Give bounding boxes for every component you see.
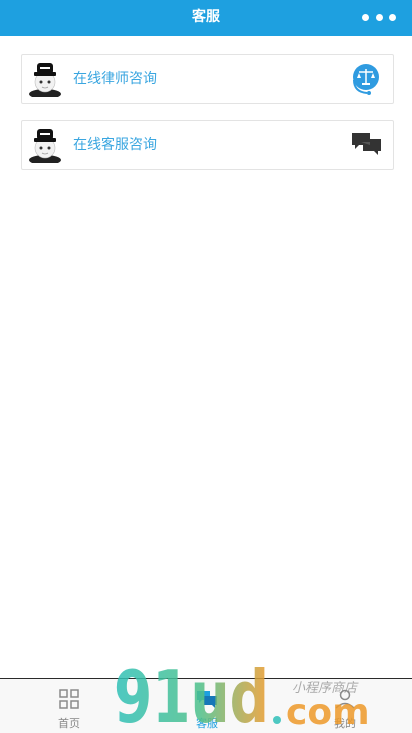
scales-headset-icon bbox=[353, 64, 379, 95]
avatar bbox=[29, 129, 61, 163]
tab-home[interactable]: 首页 bbox=[29, 679, 109, 733]
service-consult-item[interactable]: 在线客服咨询 bbox=[21, 120, 394, 170]
dot-icon bbox=[375, 13, 383, 21]
tab-bar: 首页 客服 我的 bbox=[0, 678, 412, 733]
avatar bbox=[29, 63, 61, 97]
grid-icon bbox=[59, 689, 79, 709]
tab-service-label: 客服 bbox=[196, 717, 218, 730]
chat-bubbles-icon bbox=[352, 133, 381, 155]
dot-icon bbox=[362, 13, 369, 21]
tab-mine[interactable]: 我的 bbox=[305, 679, 385, 733]
chat-icon bbox=[197, 691, 217, 708]
tab-service[interactable]: 客服 bbox=[167, 679, 247, 733]
service-consult-label: 在线客服咨询 bbox=[73, 137, 157, 153]
lawyer-consult-label: 在线律师咨询 bbox=[73, 71, 157, 87]
dot-icon bbox=[389, 13, 396, 21]
page-title: 客服 bbox=[192, 9, 220, 25]
navigation-bar: 客服 bbox=[0, 0, 412, 36]
tab-mine-label: 我的 bbox=[334, 717, 356, 730]
user-icon bbox=[335, 689, 355, 709]
tab-home-label: 首页 bbox=[58, 717, 80, 730]
lawyer-consult-item[interactable]: 在线律师咨询 bbox=[21, 54, 394, 104]
more-menu-button[interactable] bbox=[362, 11, 396, 23]
